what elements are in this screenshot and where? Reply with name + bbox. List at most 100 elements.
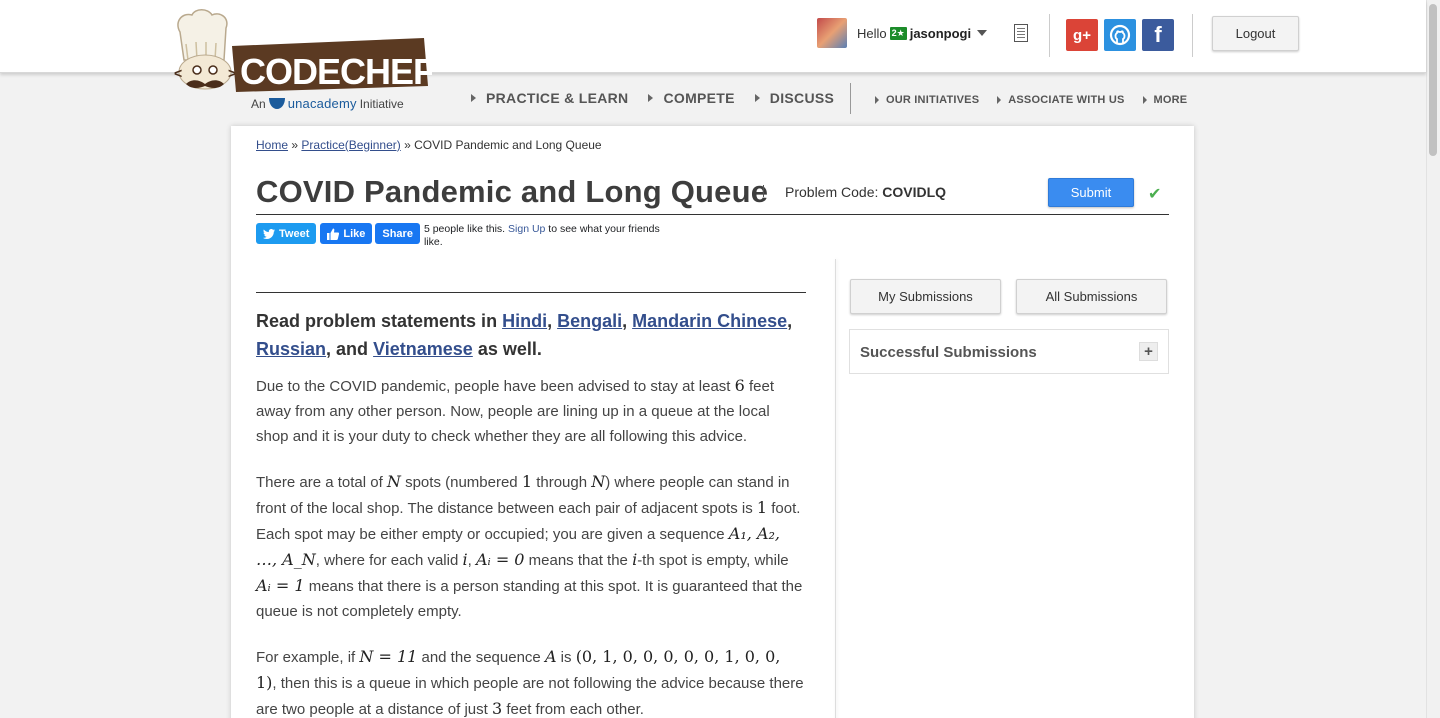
language-links: Read problem statements in Hindi, Bengal…: [256, 311, 793, 359]
lang-link-hindi[interactable]: Hindi: [502, 311, 547, 331]
text: , where for each valid: [315, 552, 459, 569]
math-var: A: [544, 647, 557, 666]
chevron-down-icon[interactable]: [977, 30, 988, 36]
text: feet from each other.: [506, 701, 644, 718]
lang-link-bengali[interactable]: Bengali: [557, 311, 622, 331]
twitter-bird-icon: [263, 228, 275, 239]
star-rating-badge: 2★: [889, 26, 907, 40]
logo-sub-prefix: An: [251, 96, 266, 111]
statement-paragraph: Due to the COVID pandemic, people have b…: [256, 373, 806, 449]
greeting-text: Hello: [857, 25, 887, 41]
column-divider: [835, 259, 836, 718]
my-submissions-button[interactable]: My Submissions: [850, 279, 1001, 314]
page-scrollbar[interactable]: [1426, 0, 1440, 718]
logo-wordmark: CODECHEF: [240, 51, 432, 92]
nav-label: OUR INITIATIVES: [886, 94, 980, 106]
title-divider: [763, 185, 764, 197]
facebook-icon[interactable]: f: [1142, 19, 1174, 51]
math-expression: Aᵢ = 0: [475, 550, 525, 569]
header-divider: [1049, 14, 1050, 57]
problem-code-value: COVIDLQ: [882, 184, 947, 200]
nav-our-initiatives[interactable]: OUR INITIATIVES: [875, 94, 979, 106]
header-divider: [1192, 14, 1193, 57]
langs-suffix: as well.: [477, 339, 542, 359]
langs-and: and: [336, 339, 369, 359]
math-value: 3: [491, 699, 503, 718]
facebook-share-button[interactable]: Share: [375, 223, 420, 244]
thumbs-up-icon: [327, 228, 340, 240]
likes-text: 5 people like this.: [423, 223, 506, 235]
lang-link-vietnamese[interactable]: Vietnamese: [373, 339, 473, 359]
triangle-right-icon: [997, 96, 1002, 104]
text: -th spot is empty, while: [637, 552, 789, 569]
checkmark-icon: ✔: [1148, 186, 1162, 203]
math-var: i: [462, 550, 468, 569]
expand-icon[interactable]: +: [1139, 342, 1158, 361]
all-submissions-button[interactable]: All Submissions: [1016, 279, 1167, 314]
notes-icon[interactable]: [1014, 24, 1028, 42]
logout-button[interactable]: Logout: [1212, 16, 1299, 51]
nav-compete[interactable]: COMPETE: [648, 90, 734, 106]
nav-label: ASSOCIATE WITH US: [1008, 94, 1125, 106]
lang-link-mandarin[interactable]: Mandarin Chinese: [632, 311, 787, 331]
text: means that the: [528, 552, 628, 569]
statement-paragraph: There are a total of N spots (numbered 1…: [256, 472, 803, 620]
greeting: Hello 2★ jasonpogi: [857, 26, 971, 41]
math-expression: Aᵢ = 1: [256, 576, 305, 595]
problem-code: Problem Code: COVIDLQ: [785, 184, 946, 200]
nav-associate-with-us[interactable]: ASSOCIATE WITH US: [997, 94, 1124, 106]
nav-practice-learn[interactable]: PRACTICE & LEARN: [471, 90, 628, 106]
problem-statement: Read problem statements in Hindi, Bengal…: [256, 292, 806, 718]
username[interactable]: jasonpogi: [910, 26, 971, 41]
logo-sub-suffix: Initiative: [359, 96, 404, 111]
facebook-like-count: 5 people like this. Sign Up to see what …: [424, 223, 676, 249]
submit-button[interactable]: Submit: [1048, 178, 1134, 207]
math-var: N: [591, 472, 606, 491]
text: through: [536, 474, 588, 491]
statement-paragraph: For example, if N = 11 and the sequence …: [256, 644, 806, 718]
scrollbar-thumb[interactable]: [1429, 4, 1437, 156]
text: There are a total of: [256, 474, 383, 491]
lang-link-russian[interactable]: Russian: [256, 339, 326, 359]
github-icon[interactable]: [1104, 19, 1136, 51]
text: and the sequence: [421, 649, 541, 666]
math-value: 6: [734, 376, 745, 395]
secondary-nav: OUR INITIATIVES ASSOCIATE WITH US MORE: [875, 94, 1205, 106]
successful-submissions-panel: Successful Submissions +: [849, 329, 1169, 374]
breadcrumb: Home » Practice(Beginner) » COVID Pandem…: [256, 138, 602, 152]
breadcrumb-current: COVID Pandemic and Long Queue: [414, 138, 602, 152]
facebook-like-button[interactable]: Like: [320, 223, 373, 244]
breadcrumb-home-link[interactable]: Home: [256, 138, 288, 152]
avatar[interactable]: [817, 18, 847, 48]
triangle-right-icon: [471, 94, 476, 102]
main-nav: PRACTICE & LEARN COMPETE DISCUSS: [471, 90, 854, 106]
google-plus-icon[interactable]: g+: [1066, 19, 1098, 51]
statement-divider: [256, 292, 806, 293]
triangle-right-icon: [1142, 96, 1147, 104]
nav-more[interactable]: MORE: [1142, 94, 1188, 106]
nav-divider: [850, 83, 851, 114]
triangle-right-icon: [754, 94, 760, 102]
langs-prefix: Read problem statements in: [256, 311, 498, 331]
unacademy-icon: [268, 97, 285, 109]
math-expression: N = 11: [359, 647, 418, 666]
like-label: Like: [343, 227, 366, 240]
nav-label: PRACTICE & LEARN: [486, 90, 629, 106]
logo-tagline: An unacademy Initiative: [251, 96, 404, 111]
text: For example, if: [256, 649, 356, 666]
text: is: [560, 649, 572, 666]
text: means that there is a person standing at…: [256, 578, 803, 620]
unacademy-brand: unacademy: [287, 96, 357, 111]
title-underline: [256, 214, 1169, 215]
tweet-button[interactable]: Tweet: [256, 223, 317, 244]
triangle-right-icon: [648, 94, 654, 102]
successful-submissions-title: Successful Submissions: [860, 344, 1037, 361]
nav-discuss[interactable]: DISCUSS: [754, 90, 834, 106]
share-bar: Tweet Like Share 5 people like this. Sig…: [256, 223, 676, 249]
breadcrumb-separator: »: [291, 138, 299, 152]
user-menu[interactable]: Hello 2★ jasonpogi: [817, 18, 988, 48]
text: spots (numbered: [405, 474, 518, 491]
breadcrumb-practice-link[interactable]: Practice(Beginner): [301, 138, 400, 152]
facebook-signup-link[interactable]: Sign Up: [508, 223, 545, 235]
svg-text:<: <: [174, 65, 182, 81]
